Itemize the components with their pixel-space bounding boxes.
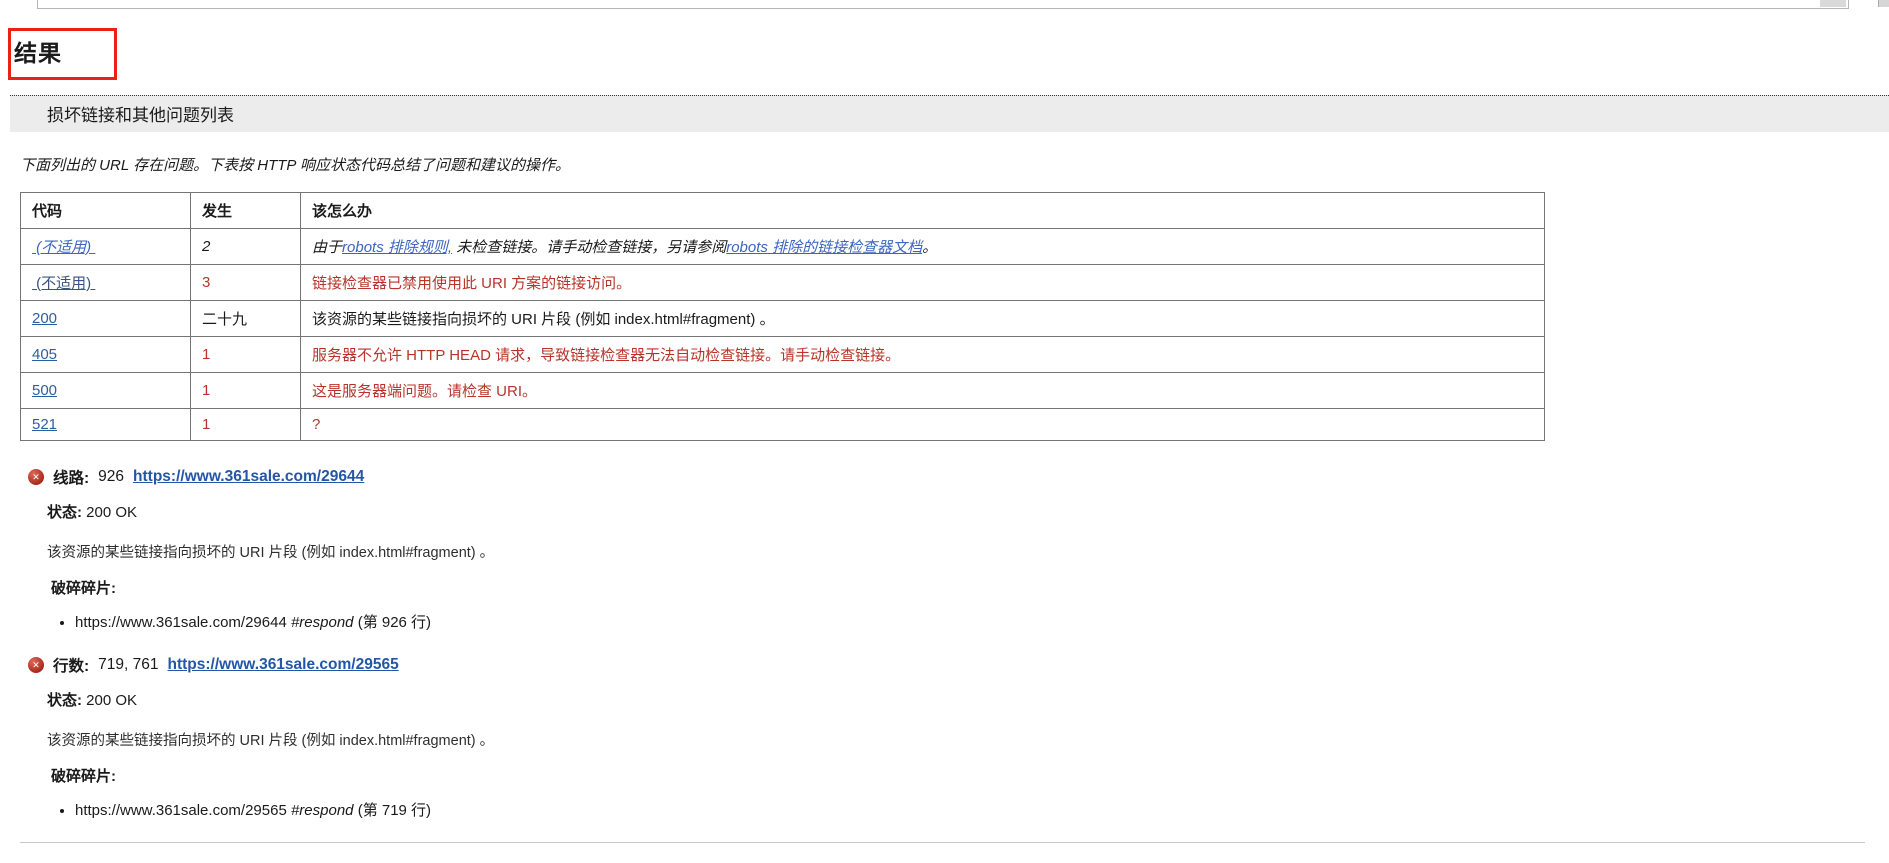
fragment-line-ref: (第 719 行) (353, 802, 432, 819)
detail-heading: ✕ 行数: 719, 761 https://www.361sale.com/2956… (28, 654, 1889, 676)
line-numbers: 926 (98, 468, 125, 485)
summary-table-row: 200 二十九 该资源的某些链接指向损坏的 URI 片段 (例如 index.htm… (20, 300, 1545, 337)
message-cell: 链接检查器已禁用使用此 URI 方案的链接访问。 (300, 264, 1545, 301)
fragment-url: https://www.361sale.com/29565 (75, 802, 291, 819)
status-summary-table: 代码 发生 该怎么办 (不适用) 2 由于robots 排除规则, 未检查链接。请… (20, 192, 1545, 441)
summary-header-row: 代码 发生 该怎么办 (20, 192, 1545, 229)
scrollbar-fragment[interactable] (1878, 0, 1889, 7)
page-title: 结果 (14, 40, 62, 66)
message-cell: 服务器不允许 HTTP HEAD 请求，导致链接检查器无法自动检查链接。请手动检… (300, 336, 1545, 373)
broken-fragment-item: https://www.361sale.com/29644 #respond (… (75, 611, 1889, 632)
fragment-anchor: #respond (290, 802, 354, 819)
status-code-link[interactable]: 500 (32, 382, 57, 399)
broken-fragments-label: 破碎碎片: (51, 768, 116, 785)
next-item-divider (20, 842, 1865, 863)
broken-fragments-list: https://www.361sale.com/29644 #respond (… (58, 611, 1889, 632)
detail-heading: ✕ 线路: 926 https://www.361sale.com/29644 (28, 466, 1889, 488)
status-code-link[interactable]: 521 (32, 416, 57, 433)
line-label: 行数: (53, 658, 90, 675)
cutoff-box-bottom (37, 0, 1849, 9)
occurrence-count: 二十九 (190, 300, 301, 337)
fragment-anchor: #respond (290, 614, 354, 631)
line-numbers: 719, 761 (98, 656, 159, 673)
problem-detail-item: ✕ 线路: 926 https://www.361sale.com/29644 状态: … (28, 466, 1889, 632)
message-text: 。 (922, 239, 938, 256)
summary-table-row: (不适用) 3 链接检查器已禁用使用此 URI 方案的链接访问。 (20, 264, 1545, 301)
intro-text: 下面列出的 URL 存在问题。下表按 HTTP 响应状态代码总结了问题和建议的操… (20, 157, 571, 174)
status-line: 状态: 200 OK (47, 689, 1889, 710)
occurrence-count: 3 (190, 264, 301, 301)
broken-fragments-label: 破碎碎片: (51, 580, 116, 597)
problem-url-link[interactable]: https://www.361sale.com/29644 (133, 468, 364, 486)
status-value: 200 OK (86, 692, 138, 709)
message-text: 由于 (312, 239, 343, 256)
error-icon: ✕ (28, 469, 44, 485)
code-cell: 200 (20, 300, 191, 337)
status-label: 状态: (47, 692, 82, 709)
problem-details-list: ✕ 线路: 926 https://www.361sale.com/29644 状态: … (28, 466, 1889, 820)
message-text: 未检查链接。请手动检查链接，另请参阅 (452, 239, 727, 256)
occurrence-count: 2 (190, 228, 301, 265)
status-line: 状态: 200 OK (47, 501, 1889, 522)
cutoff-box-gray-segment (1820, 0, 1846, 7)
fragment-line-ref: (第 926 行) (353, 614, 432, 631)
col-header-code: 代码 (20, 192, 191, 229)
section-header-broken-links: 损坏链接和其他问题列表 (10, 95, 1889, 132)
status-code-link[interactable]: (不适用) (32, 239, 95, 256)
robots-doc-link[interactable]: robots 排除的链接检查器文档 (726, 239, 922, 256)
fragment-url: https://www.361sale.com/29644 (75, 614, 291, 631)
status-code-link[interactable]: (不适用) (32, 275, 95, 292)
results-title-annotation-box: 结果 (8, 28, 117, 80)
summary-table-body: (不适用) 2 由于robots 排除规则, 未检查链接。请手动检查链接，另请参阅… (20, 228, 1545, 441)
status-code-link[interactable]: 200 (32, 310, 57, 327)
summary-table-row: (不适用) 2 由于robots 排除规则, 未检查链接。请手动检查链接，另请参阅… (20, 228, 1545, 265)
summary-table-row: 500 1 这是服务器端问题。请检查 URI。 (20, 372, 1545, 409)
occurrence-count: 1 (190, 336, 301, 373)
message-cell: 这是服务器端问题。请检查 URI。 (300, 372, 1545, 409)
col-header-occurrences: 发生 (190, 192, 301, 229)
code-cell: (不适用) (20, 228, 191, 265)
code-cell: 405 (20, 336, 191, 373)
status-value: 200 OK (86, 504, 138, 521)
code-cell: (不适用) (20, 264, 191, 301)
code-cell: 521 (20, 408, 191, 441)
problem-description: 该资源的某些链接指向损坏的 URI 片段 (例如 index.html#frag… (47, 545, 495, 561)
problem-detail-item: ✕ 行数: 719, 761 https://www.361sale.com/2956… (28, 654, 1889, 820)
robots-doc-link[interactable]: robots 排除规则, (342, 239, 452, 256)
problem-url-link[interactable]: https://www.361sale.com/29565 (168, 656, 399, 674)
line-label: 线路: (53, 470, 90, 487)
problem-description: 该资源的某些链接指向损坏的 URI 片段 (例如 index.html#frag… (47, 733, 495, 749)
col-header-what-to-do: 该怎么办 (300, 192, 1545, 229)
code-cell: 500 (20, 372, 191, 409)
message-cell: 由于robots 排除规则, 未检查链接。请手动检查链接，另请参阅robots … (300, 228, 1545, 265)
summary-table-row: 405 1 服务器不允许 HTTP HEAD 请求，导致链接检查器无法自动检查链接。… (20, 336, 1545, 373)
broken-fragment-item: https://www.361sale.com/29565 #respond (… (75, 799, 1889, 820)
occurrence-count: 1 (190, 372, 301, 409)
error-icon: ✕ (28, 657, 44, 673)
broken-fragments-list: https://www.361sale.com/29565 #respond (… (58, 799, 1889, 820)
status-label: 状态: (47, 504, 82, 521)
message-cell: ? (300, 408, 1545, 441)
message-cell: 该资源的某些链接指向损坏的 URI 片段 (例如 index.html#frag… (300, 300, 1545, 337)
summary-table-row: 521 1? (20, 408, 1545, 441)
status-code-link[interactable]: 405 (32, 346, 57, 363)
occurrence-count: 1 (190, 408, 301, 441)
